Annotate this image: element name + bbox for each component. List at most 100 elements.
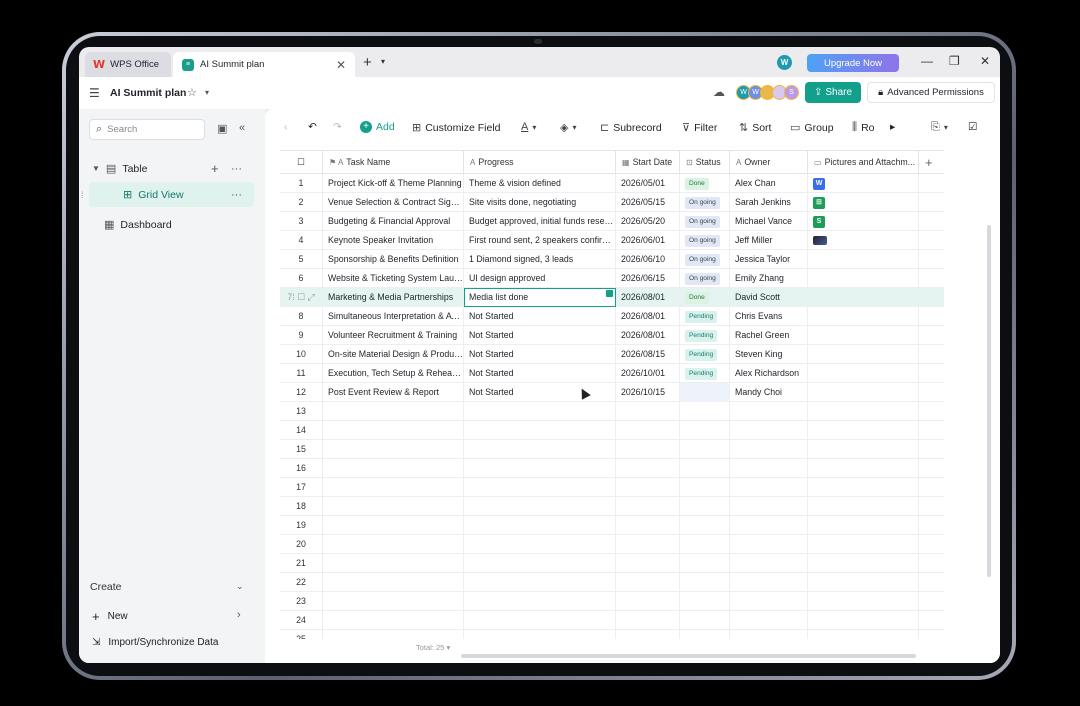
start-date-cell[interactable]: 2026/08/01 — [616, 288, 680, 307]
row-controls[interactable]: 7⁞ ☐ ⤢ — [280, 288, 323, 307]
task-name-cell[interactable]: Simultaneous Interpretation & AV... — [323, 307, 464, 326]
start-date-cell[interactable]: 2026/10/01 — [616, 364, 680, 383]
drag-handle-icon[interactable]: ⁞ — [81, 190, 84, 200]
progress-cell[interactable]: Not Started — [464, 307, 616, 326]
start-date-cell[interactable] — [616, 516, 680, 535]
status-cell[interactable]: Pending — [680, 307, 730, 326]
start-date-cell[interactable] — [616, 554, 680, 573]
owner-cell[interactable]: Mandy Choi — [730, 383, 808, 402]
attachment-cell[interactable] — [808, 307, 919, 326]
chevron-down-icon[interactable]: ⌄ — [236, 581, 244, 592]
expand-record-icon[interactable]: ⤢ — [308, 292, 315, 302]
status-cell[interactable] — [680, 554, 730, 573]
task-name-cell[interactable] — [323, 535, 464, 554]
task-name-cell[interactable]: Sponsorship & Benefits Definition — [323, 250, 464, 269]
column-header-attachments[interactable]: ▭ Pictures and Attachm... — [808, 151, 919, 174]
more-tools-icon[interactable]: ▸ — [890, 121, 895, 133]
attachment-cell[interactable] — [808, 364, 919, 383]
task-name-cell[interactable]: Website & Ticketing System Laun... — [323, 269, 464, 288]
start-date-cell[interactable] — [616, 592, 680, 611]
attachment-cell[interactable]: S — [808, 212, 919, 231]
owner-cell[interactable]: Chris Evans — [730, 307, 808, 326]
task-name-cell[interactable] — [323, 630, 464, 639]
table-row[interactable]: 17 — [280, 478, 944, 497]
chevron-down-icon[interactable]: ▾ — [381, 57, 385, 66]
drag-handle-icon[interactable]: ⁞ — [292, 292, 294, 302]
column-header-status[interactable]: ⊡ Status — [680, 151, 730, 174]
close-tab-icon[interactable]: ✕ — [336, 58, 346, 72]
status-cell[interactable] — [680, 535, 730, 554]
progress-cell[interactable] — [464, 573, 616, 592]
table-row[interactable]: 25 — [280, 630, 944, 639]
progress-cell[interactable]: Not Started — [464, 364, 616, 383]
start-date-cell[interactable] — [616, 478, 680, 497]
progress-cell[interactable] — [464, 592, 616, 611]
expand-cell-icon[interactable] — [606, 290, 613, 297]
task-name-cell[interactable]: Keynote Speaker Invitation — [323, 231, 464, 250]
status-cell[interactable]: On going — [680, 231, 730, 250]
start-date-cell[interactable]: 2026/08/15 — [616, 345, 680, 364]
attachment-cell[interactable] — [808, 345, 919, 364]
minimize-icon[interactable]: — — [921, 54, 933, 68]
task-name-cell[interactable] — [323, 440, 464, 459]
owner-cell[interactable] — [730, 478, 808, 497]
task-name-cell[interactable] — [323, 611, 464, 630]
attachment-cell[interactable]: ⊞ — [808, 193, 919, 212]
progress-cell[interactable]: Theme & vision defined — [464, 174, 616, 193]
redo-icon[interactable]: ↷ — [333, 121, 342, 133]
restore-icon[interactable]: ❐ — [949, 54, 960, 68]
table-row[interactable]: 21 — [280, 554, 944, 573]
status-cell[interactable] — [680, 459, 730, 478]
progress-cell[interactable] — [464, 459, 616, 478]
start-date-cell[interactable] — [616, 611, 680, 630]
owner-cell[interactable] — [730, 459, 808, 478]
status-cell[interactable]: Pending — [680, 345, 730, 364]
owner-cell[interactable] — [730, 554, 808, 573]
table-row[interactable]: 15 — [280, 440, 944, 459]
task-name-cell[interactable] — [323, 421, 464, 440]
status-cell[interactable] — [680, 592, 730, 611]
status-cell[interactable]: On going — [680, 269, 730, 288]
task-name-cell[interactable] — [323, 402, 464, 421]
status-cell[interactable] — [680, 573, 730, 592]
attachment-cell[interactable]: W — [808, 174, 919, 193]
owner-cell[interactable]: Rachel Green — [730, 326, 808, 345]
spreadsheet-file-icon[interactable]: ⊞ — [813, 196, 825, 209]
progress-cell[interactable]: Site visits done, negotiating — [464, 193, 616, 212]
task-name-cell[interactable]: Volunteer Recruitment & Training — [323, 326, 464, 345]
progress-cell[interactable] — [464, 535, 616, 554]
progress-cell[interactable] — [464, 421, 616, 440]
search-input[interactable]: ⌕ Search — [89, 119, 205, 140]
start-date-cell[interactable]: 2026/08/01 — [616, 326, 680, 345]
sidebar-item-table[interactable]: ▼ ▤ Table + ··· — [89, 156, 254, 181]
image-thumbnail-icon[interactable] — [813, 236, 827, 246]
more-icon[interactable]: ··· — [231, 163, 242, 175]
attachment-cell[interactable] — [808, 573, 919, 592]
advanced-permissions-button[interactable]: 🔒︎ Advanced Permissions — [867, 82, 995, 103]
record-total[interactable]: Total: 25 ▾ — [416, 643, 450, 652]
start-date-cell[interactable] — [616, 497, 680, 516]
task-check-icon[interactable]: ☑ — [968, 121, 977, 133]
add-record-button[interactable]: + Add — [360, 121, 395, 133]
owner-cell[interactable] — [730, 497, 808, 516]
sidebar-item-dashboard[interactable]: ▦ Dashboard — [89, 212, 254, 237]
owner-cell[interactable] — [730, 611, 808, 630]
progress-cell[interactable] — [464, 516, 616, 535]
progress-cell[interactable]: UI design approved — [464, 269, 616, 288]
table-row[interactable]: 20 — [280, 535, 944, 554]
row-checkbox[interactable]: ☐ — [297, 292, 305, 302]
status-cell[interactable]: Done — [680, 288, 730, 307]
sidebar-item-grid-view[interactable]: ⁞ ⊞ Grid View ··· — [81, 182, 254, 207]
start-date-cell[interactable]: 2026/06/01 — [616, 231, 680, 250]
table-row[interactable]: 6 Website & Ticketing System Laun... UI de… — [280, 269, 944, 288]
owner-cell[interactable]: Jeff Miller — [730, 231, 808, 250]
attachment-cell[interactable] — [808, 497, 919, 516]
attachment-cell[interactable] — [808, 383, 919, 402]
attachment-cell[interactable] — [808, 269, 919, 288]
owner-cell[interactable] — [730, 440, 808, 459]
task-name-cell[interactable] — [323, 592, 464, 611]
start-date-cell[interactable]: 2026/05/01 — [616, 174, 680, 193]
status-cell[interactable] — [680, 383, 730, 402]
owner-cell[interactable]: Jessica Taylor — [730, 250, 808, 269]
task-name-cell[interactable] — [323, 478, 464, 497]
